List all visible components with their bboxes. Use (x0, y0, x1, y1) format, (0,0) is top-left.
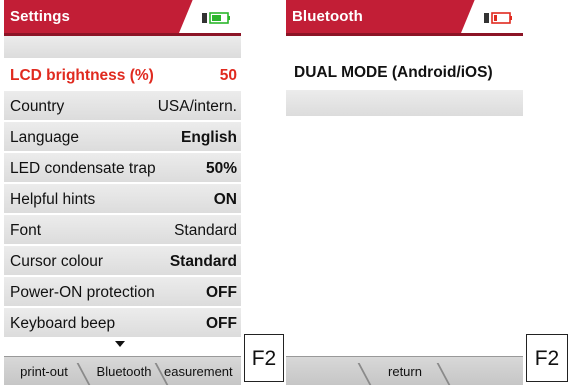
setting-label: Language (10, 129, 79, 146)
setting-label: LED condensate trap (10, 160, 156, 177)
setting-keyboard-beep[interactable]: Keyboard beep OFF (4, 308, 241, 339)
softkey-print-out[interactable]: print-out (6, 357, 82, 385)
setting-country[interactable]: Country USA/intern. (4, 91, 241, 122)
setting-helpful-hints[interactable]: Helpful hints ON (4, 184, 241, 215)
softkey-bluetooth[interactable]: Bluetooth (88, 357, 160, 385)
setting-value: OFF (206, 284, 237, 301)
bluetooth-titlebar: Bluetooth (286, 0, 523, 36)
setting-cursor-colour[interactable]: Cursor colour Standard (4, 246, 241, 277)
setting-value: Standard (169, 253, 237, 270)
softkey-empty-right (448, 357, 520, 385)
setting-led-condensate-trap[interactable]: LED condensate trap 50% (4, 153, 241, 184)
settings-screen: Settings LCD brightness (%) 50 Country U… (4, 0, 241, 385)
f2-key-settings[interactable]: F2 (244, 334, 284, 382)
scroll-down-icon[interactable] (115, 341, 125, 347)
setting-value: ON (213, 191, 237, 208)
setting-value: Standard (174, 222, 237, 239)
setting-value: OFF (206, 315, 237, 332)
battery-icon (484, 12, 512, 24)
setting-language[interactable]: Language English (4, 122, 241, 153)
setting-label: LCD brightness (%) (10, 67, 154, 84)
app-stage: Settings LCD brightness (%) 50 Country U… (0, 0, 569, 385)
setting-label: Font (10, 222, 42, 239)
setting-value: English (181, 129, 237, 146)
f2-key-bluetooth[interactable]: F2 (526, 334, 568, 382)
settings-spacer-row (4, 36, 241, 60)
setting-lcd-brightness[interactable]: LCD brightness (%) 50 (4, 60, 241, 91)
bluetooth-option-label: DUAL MODE (Android/iOS) (294, 64, 493, 81)
softkey-measurement[interactable]: easurement (164, 357, 240, 385)
settings-titlebar: Settings (4, 0, 241, 36)
setting-power-on-protection[interactable]: Power-ON protection OFF (4, 277, 241, 308)
bluetooth-empty-area (286, 118, 523, 356)
settings-softkey-bar: print-out Bluetooth easurement (4, 356, 241, 385)
setting-label: Cursor colour (10, 253, 104, 270)
bluetooth-screen: Bluetooth DUAL MODE (Android/iOS) return (286, 0, 523, 385)
bluetooth-title: Bluetooth (292, 8, 363, 25)
setting-label: Country (10, 98, 65, 115)
bluetooth-option-empty[interactable] (286, 90, 523, 116)
setting-font[interactable]: Font Standard (4, 215, 241, 246)
setting-value: USA/intern. (157, 98, 237, 115)
softkey-empty-left (288, 357, 360, 385)
setting-label: Power-ON protection (10, 284, 155, 301)
setting-label: Helpful hints (10, 191, 96, 208)
settings-title: Settings (10, 8, 70, 25)
battery-icon (202, 12, 230, 24)
softkey-return[interactable]: return (368, 357, 442, 385)
bluetooth-softkey-bar: return (286, 356, 523, 385)
setting-label: Keyboard beep (10, 315, 116, 332)
setting-value: 50 (219, 67, 237, 84)
bluetooth-option-dual-mode[interactable]: DUAL MODE (Android/iOS) (286, 58, 523, 88)
settings-list: LCD brightness (%) 50 Country USA/intern… (4, 36, 241, 339)
setting-value: 50% (205, 160, 237, 177)
